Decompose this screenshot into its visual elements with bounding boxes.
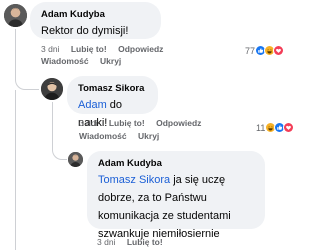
comment-bubble: Adam Kudyba Tomasz Sikora ja się uczę do… xyxy=(87,151,265,240)
comment-author[interactable]: Adam Kudyba xyxy=(41,8,150,21)
like-button[interactable]: Lubię to! xyxy=(109,118,145,128)
like-button[interactable]: Lubię to! xyxy=(127,237,163,247)
avatar[interactable] xyxy=(4,4,27,27)
message-button[interactable]: Wiadomość xyxy=(79,131,127,141)
reaction-count: 77 xyxy=(245,45,256,56)
thread-line xyxy=(15,90,16,250)
comment-time[interactable]: 3 dni xyxy=(79,118,97,128)
comment-time[interactable]: 3 dni xyxy=(41,44,59,54)
comment-actions: 3 dni Lubię to! Odpowiedz xyxy=(79,117,210,129)
reaction-summary[interactable]: 77 xyxy=(245,45,285,56)
avatar[interactable] xyxy=(68,152,83,167)
hide-button[interactable]: Ukryj xyxy=(138,131,159,141)
thread-connector xyxy=(52,148,67,160)
comment-text: Rektor do dymisji! xyxy=(41,25,129,37)
comment-author[interactable]: Tomasz Sikora xyxy=(78,82,147,95)
like-button[interactable]: Lubię to! xyxy=(71,44,107,54)
comment-author[interactable]: Adam Kudyba xyxy=(98,157,254,170)
message-button[interactable]: Wiadomość xyxy=(41,56,89,66)
reply-button[interactable]: Odpowiedz xyxy=(156,118,201,128)
comment-bubble: Adam Kudyba Rektor do dymisji! xyxy=(30,2,161,39)
comment-bubble: Tomasz Sikora Adam do nauki! xyxy=(67,76,158,129)
avatar[interactable] xyxy=(41,78,63,100)
thread-line xyxy=(52,102,53,148)
reaction-summary[interactable]: 11 xyxy=(256,122,295,133)
comment-text: Tomasz Sikora ja się uczę dobrze, za to … xyxy=(98,174,231,240)
mention-link[interactable]: Tomasz Sikora xyxy=(98,174,170,186)
comment-actions-row2: Wiadomość Ukryj xyxy=(41,55,130,67)
thread-line xyxy=(15,29,16,74)
comment-actions: 3 dni Lubię to! Odpowiedz xyxy=(41,43,172,55)
comment-actions: 3 dni Lubię to! xyxy=(97,236,172,248)
comment-time[interactable]: 3 dni xyxy=(97,237,115,247)
hide-button[interactable]: Ukryj xyxy=(100,56,121,66)
love-icon xyxy=(283,122,295,133)
reply-button[interactable]: Odpowiedz xyxy=(118,44,163,54)
love-icon xyxy=(273,45,285,56)
thread-connector xyxy=(15,74,39,90)
comment-actions-row2: Wiadomość Ukryj xyxy=(79,130,168,142)
reaction-count: 11 xyxy=(256,122,266,133)
mention-link[interactable]: Adam xyxy=(78,99,107,111)
